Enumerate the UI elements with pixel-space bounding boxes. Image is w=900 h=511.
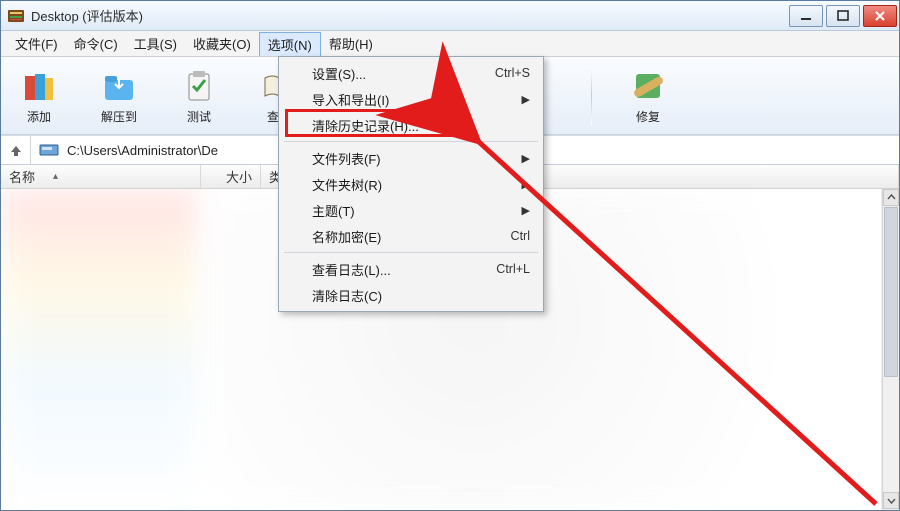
menu-commands[interactable]: 命令(C): [66, 31, 126, 56]
disk-icon: [39, 143, 59, 157]
close-button[interactable]: [863, 5, 897, 27]
dd-name-encrypt[interactable]: 名称加密(E) Ctrl: [282, 223, 540, 249]
scroll-thumb[interactable]: [884, 207, 898, 377]
chevron-up-icon: [887, 193, 896, 202]
toolbar-add[interactable]: 添加: [11, 66, 67, 125]
submenu-arrow-icon: ▶: [522, 204, 530, 217]
submenu-arrow-icon: ▶: [522, 93, 530, 106]
nav-up-button[interactable]: [1, 136, 31, 164]
window-buttons: [789, 5, 897, 27]
scroll-up-button[interactable]: [883, 189, 899, 206]
menu-options[interactable]: 选项(N): [259, 32, 321, 56]
dd-import-export[interactable]: 导入和导出(I) ▶: [282, 86, 540, 112]
dd-view-log-shortcut: Ctrl+L: [496, 262, 530, 276]
dd-theme-label: 主题(T): [312, 201, 355, 220]
submenu-arrow-icon: ▶: [522, 152, 530, 165]
minimize-button[interactable]: [789, 5, 823, 27]
column-name[interactable]: 名称 ▴: [1, 165, 201, 188]
toolbar-extract[interactable]: 解压到: [91, 66, 147, 125]
dd-folder-tree[interactable]: 文件夹树(R) ▶: [282, 171, 540, 197]
toolbar-extract-label: 解压到: [101, 108, 137, 125]
options-dropdown: 设置(S)... Ctrl+S 导入和导出(I) ▶ 清除历史记录(H)... …: [278, 56, 544, 312]
dd-theme[interactable]: 主题(T) ▶: [282, 197, 540, 223]
clipboard-check-icon: [179, 66, 219, 106]
menubar: 文件(F) 命令(C) 工具(S) 收藏夹(O) 选项(N) 帮助(H): [1, 31, 899, 57]
toolbar-test-label: 测试: [187, 108, 211, 125]
dd-view-log-label: 查看日志(L)...: [312, 260, 391, 279]
app-icon: [7, 7, 25, 25]
scroll-down-button[interactable]: [883, 492, 899, 509]
menu-file[interactable]: 文件(F): [7, 31, 66, 56]
dd-name-encrypt-shortcut: Ctrl: [511, 229, 530, 243]
toolbar-repair[interactable]: 修复: [620, 66, 676, 125]
folder-extract-icon: [99, 66, 139, 106]
chevron-down-icon: [887, 496, 896, 505]
toolbar-separator: [591, 67, 592, 125]
dd-view-log[interactable]: 查看日志(L)... Ctrl+L: [282, 256, 540, 282]
toolbar-repair-label: 修复: [636, 108, 660, 125]
submenu-arrow-icon: ▶: [522, 178, 530, 191]
dd-file-list-label: 文件列表(F): [312, 149, 381, 168]
menu-tools[interactable]: 工具(S): [126, 31, 185, 56]
dd-separator: [284, 141, 538, 142]
toolbar-add-label: 添加: [27, 108, 51, 125]
window-title: Desktop (评估版本): [31, 6, 789, 25]
dd-clear-history-label: 清除历史记录(H)...: [312, 116, 419, 135]
column-size-label: 大小: [226, 167, 252, 186]
bandage-icon: [628, 66, 668, 106]
vertical-scrollbar[interactable]: [882, 189, 899, 509]
books-stack-icon: [19, 66, 59, 106]
dd-separator: [284, 252, 538, 253]
dd-clear-log-label: 清除日志(C): [312, 286, 382, 305]
dd-name-encrypt-label: 名称加密(E): [312, 227, 381, 246]
titlebar: Desktop (评估版本): [1, 1, 899, 31]
arrow-up-icon: [9, 143, 23, 157]
toolbar-test[interactable]: 测试: [171, 66, 227, 125]
menu-favorites[interactable]: 收藏夹(O): [185, 31, 259, 56]
dd-settings-label: 设置(S)...: [312, 64, 366, 83]
sort-indicator-icon: ▴: [53, 171, 58, 182]
dd-settings-shortcut: Ctrl+S: [495, 66, 530, 80]
dd-import-export-label: 导入和导出(I): [312, 90, 389, 109]
maximize-button[interactable]: [826, 5, 860, 27]
column-name-label: 名称: [9, 167, 35, 186]
dd-folder-tree-label: 文件夹树(R): [312, 175, 382, 194]
dd-settings[interactable]: 设置(S)... Ctrl+S: [282, 60, 540, 86]
dd-clear-history[interactable]: 清除历史记录(H)...: [282, 112, 540, 138]
dd-clear-log[interactable]: 清除日志(C): [282, 282, 540, 308]
dd-file-list[interactable]: 文件列表(F) ▶: [282, 145, 540, 171]
menu-help[interactable]: 帮助(H): [321, 31, 381, 56]
column-size[interactable]: 大小: [201, 165, 261, 188]
